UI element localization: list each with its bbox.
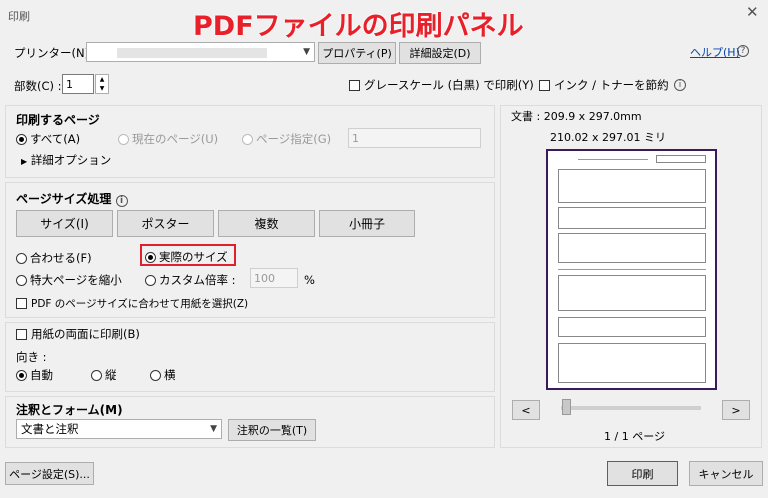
copies-stepper[interactable]: ▲ ▼ — [95, 74, 109, 94]
banner-title: PDFファイルの印刷パネル — [193, 11, 524, 42]
info-icon[interactable]: i — [115, 195, 128, 207]
help-icon[interactable]: ? — [737, 43, 749, 57]
chevron-down-icon: ▼ — [210, 424, 217, 434]
advanced-button[interactable]: 詳細設定(D) — [399, 42, 481, 64]
triangle-right-icon: ▶ — [21, 157, 28, 166]
copies-label: 部数(C) : — [14, 79, 62, 93]
page-setup-button[interactable]: ページ設定(S)... — [5, 462, 94, 485]
preview-form-box — [558, 169, 706, 203]
page-preview — [546, 149, 717, 390]
preview-form-box — [558, 275, 706, 311]
chevron-down-icon: ▼ — [303, 47, 310, 57]
orientation-portrait-radio[interactable]: 縦 — [91, 367, 117, 383]
preview-slider-thumb[interactable] — [562, 399, 571, 415]
fit-radio[interactable]: 合わせる(F) — [16, 250, 92, 266]
close-icon[interactable]: ✕ — [746, 3, 759, 21]
window-title: 印刷 — [8, 10, 30, 23]
preview-form-box — [558, 343, 706, 383]
pages-range-input[interactable]: 1 — [348, 128, 481, 148]
tab-size[interactable]: サイズ(I) — [16, 210, 113, 237]
preview-next-button[interactable]: > — [722, 400, 750, 420]
preview-slider[interactable] — [561, 406, 701, 410]
pages-range-radio[interactable]: ページ指定(G) — [242, 131, 331, 147]
percent-label: % — [304, 273, 315, 287]
cancel-button[interactable]: キャンセル — [689, 461, 763, 486]
preview-line — [578, 159, 648, 160]
preview-form-box — [558, 317, 706, 337]
pages-current-radio[interactable]: 現在のページ(U) — [118, 131, 218, 147]
choose-paper-checkbox[interactable]: PDF のページサイズに合わせて用紙を選択(Z) — [16, 296, 248, 311]
tab-poster[interactable]: ポスター — [117, 210, 214, 237]
custom-scale-input[interactable]: 100 — [250, 268, 298, 288]
comments-summary-button[interactable]: 注釈の一覧(T) — [228, 419, 316, 441]
pages-title: 印刷するページ — [16, 113, 100, 127]
preview-form-box — [558, 207, 706, 229]
tab-booklet[interactable]: 小冊子 — [319, 210, 415, 237]
shrink-radio[interactable]: 特大ページを縮小 — [16, 272, 122, 288]
orientation-landscape-radio[interactable]: 横 — [150, 367, 176, 383]
paper-size-label: 210.02 x 297.01 ミリ — [550, 131, 666, 144]
comments-title: 注釈とフォーム(M) — [16, 403, 123, 417]
ink-save-checkbox[interactable]: インク / トナーを節約 — [539, 77, 669, 93]
custom-scale-radio[interactable]: カスタム倍率 : — [145, 272, 236, 288]
orientation-label: 向き : — [16, 350, 47, 364]
orientation-auto-radio[interactable]: 自動 — [16, 367, 53, 383]
doc-size-label: 文書 : 209.9 x 297.0mm — [511, 110, 642, 123]
duplex-checkbox[interactable]: 用紙の両面に印刷(B) — [16, 326, 140, 342]
print-button[interactable]: 印刷 — [607, 461, 678, 486]
comments-select[interactable]: 文書と注釈 ▼ — [16, 419, 222, 439]
preview-form-box — [558, 233, 706, 263]
printer-label: プリンター(N) : — [14, 46, 97, 60]
more-options-toggle[interactable]: ▶ 詳細オプション — [21, 152, 111, 168]
preview-header-box — [656, 155, 706, 163]
grayscale-checkbox[interactable]: グレースケール (白黒) で印刷(Y) — [349, 77, 534, 93]
preview-line — [558, 269, 706, 270]
sizing-title: ページサイズ処理 i — [16, 190, 128, 207]
info-icon[interactable]: i — [674, 77, 686, 91]
properties-button[interactable]: プロパティ(P) — [318, 42, 396, 64]
tab-multiple[interactable]: 複数 — [218, 210, 315, 237]
page-indicator: 1 / 1 ページ — [604, 430, 665, 443]
pages-all-radio[interactable]: すべて(A) — [16, 131, 80, 147]
copies-input[interactable]: 1 — [62, 74, 94, 94]
actual-size-radio[interactable]: 実際のサイズ — [145, 249, 228, 265]
printer-select[interactable]: ▼ — [86, 42, 315, 62]
printer-blurred-name — [117, 48, 267, 58]
preview-prev-button[interactable]: < — [512, 400, 540, 420]
help-link[interactable]: ヘルプ(H) — [690, 44, 740, 60]
